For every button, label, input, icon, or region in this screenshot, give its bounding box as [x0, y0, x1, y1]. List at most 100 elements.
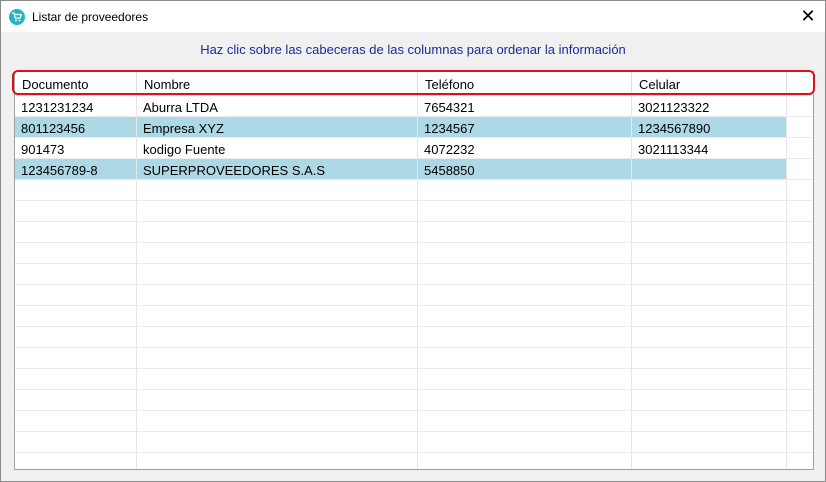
- empty-cell: [15, 411, 137, 432]
- empty-cell: [787, 432, 813, 453]
- empty-cell: [632, 180, 787, 201]
- empty-cell: [632, 285, 787, 306]
- window-title: Listar de proveedores: [32, 10, 149, 24]
- empty-cell: [15, 327, 137, 348]
- empty-cell: [15, 453, 137, 469]
- empty-cell: [632, 243, 787, 264]
- cell-documento[interactable]: 1231231234: [15, 96, 137, 117]
- empty-cell: [787, 264, 813, 285]
- cell-documento[interactable]: 123456789-8: [15, 159, 137, 180]
- empty-cell: [787, 285, 813, 306]
- row-filler: [787, 117, 813, 138]
- table-row[interactable]: 901473 kodigo Fuente 4072232 3021113344: [15, 138, 813, 159]
- empty-grid-row: [15, 306, 813, 327]
- empty-cell: [632, 348, 787, 369]
- table-row[interactable]: 123456789-8 SUPERPROVEEDORES S.A.S 54588…: [15, 159, 813, 180]
- cell-nombre[interactable]: Aburra LTDA: [137, 96, 418, 117]
- cell-nombre[interactable]: SUPERPROVEEDORES S.A.S: [137, 159, 418, 180]
- cell-nombre[interactable]: kodigo Fuente: [137, 138, 418, 159]
- empty-cell: [418, 264, 632, 285]
- column-header-telefono[interactable]: Teléfono: [418, 72, 632, 96]
- cell-nombre[interactable]: Empresa XYZ: [137, 117, 418, 138]
- empty-grid-row: [15, 348, 813, 369]
- cell-celular[interactable]: 3021123322: [632, 96, 787, 117]
- cell-celular[interactable]: 3021113344: [632, 138, 787, 159]
- empty-cell: [787, 327, 813, 348]
- empty-cell: [787, 390, 813, 411]
- empty-cell: [632, 201, 787, 222]
- empty-cell: [632, 264, 787, 285]
- sort-hint: Haz clic sobre las cabeceras de las colu…: [200, 42, 626, 57]
- empty-cell: [15, 264, 137, 285]
- column-header-nombre[interactable]: Nombre: [137, 72, 418, 96]
- empty-cell: [418, 411, 632, 432]
- empty-cell: [15, 222, 137, 243]
- empty-grid-row: [15, 285, 813, 306]
- empty-cell: [137, 201, 418, 222]
- cell-documento[interactable]: 901473: [15, 138, 137, 159]
- empty-cell: [137, 453, 418, 469]
- empty-cell: [418, 180, 632, 201]
- empty-grid-row: [15, 432, 813, 453]
- row-filler: [787, 159, 813, 180]
- empty-cell: [632, 222, 787, 243]
- title-bar: Listar de proveedores ✕: [1, 1, 825, 32]
- empty-cell: [632, 369, 787, 390]
- row-filler: [787, 96, 813, 117]
- column-header-row: Documento Nombre Teléfono Celular: [15, 72, 813, 96]
- empty-grid-row: [15, 222, 813, 243]
- close-icon[interactable]: ✕: [791, 1, 825, 32]
- empty-cell: [632, 453, 787, 469]
- empty-cell: [137, 222, 418, 243]
- empty-cell: [787, 348, 813, 369]
- empty-cell: [632, 327, 787, 348]
- empty-cell: [632, 390, 787, 411]
- empty-cell: [632, 432, 787, 453]
- empty-cell: [137, 432, 418, 453]
- empty-cell: [15, 180, 137, 201]
- cell-telefono[interactable]: 7654321: [418, 96, 632, 117]
- cell-telefono[interactable]: 1234567: [418, 117, 632, 138]
- empty-grid-row: [15, 369, 813, 390]
- empty-grid-row: [15, 411, 813, 432]
- cell-celular[interactable]: 1234567890: [632, 117, 787, 138]
- suppliers-grid[interactable]: Documento Nombre Teléfono Celular 123123…: [14, 71, 814, 470]
- empty-cell: [137, 348, 418, 369]
- table-row[interactable]: 801123456 Empresa XYZ 1234567 1234567890: [15, 117, 813, 138]
- empty-cell: [418, 243, 632, 264]
- empty-cell: [137, 180, 418, 201]
- cell-telefono[interactable]: 5458850: [418, 159, 632, 180]
- empty-cell: [15, 306, 137, 327]
- empty-cell: [418, 390, 632, 411]
- table-row[interactable]: 1231231234 Aburra LTDA 7654321 302112332…: [15, 96, 813, 117]
- empty-cell: [15, 369, 137, 390]
- empty-cell: [15, 201, 137, 222]
- cell-documento[interactable]: 801123456: [15, 117, 137, 138]
- empty-cell: [137, 411, 418, 432]
- empty-cell: [787, 369, 813, 390]
- column-header-celular[interactable]: Celular: [632, 72, 787, 96]
- empty-grid-row: [15, 264, 813, 285]
- empty-cell: [418, 222, 632, 243]
- empty-rows: [15, 180, 813, 469]
- column-header-documento[interactable]: Documento: [15, 72, 137, 96]
- empty-cell: [418, 348, 632, 369]
- empty-cell: [137, 369, 418, 390]
- empty-cell: [15, 390, 137, 411]
- empty-cell: [787, 411, 813, 432]
- empty-cell: [15, 243, 137, 264]
- column-header-filler: [787, 72, 813, 96]
- empty-cell: [137, 327, 418, 348]
- empty-cell: [137, 264, 418, 285]
- empty-cell: [787, 180, 813, 201]
- empty-cell: [137, 285, 418, 306]
- empty-grid-row: [15, 180, 813, 201]
- cell-telefono[interactable]: 4072232: [418, 138, 632, 159]
- empty-grid-row: [15, 453, 813, 469]
- empty-grid-row: [15, 243, 813, 264]
- cell-celular[interactable]: [632, 159, 787, 180]
- empty-cell: [15, 348, 137, 369]
- empty-cell: [418, 327, 632, 348]
- row-filler: [787, 138, 813, 159]
- empty-cell: [418, 306, 632, 327]
